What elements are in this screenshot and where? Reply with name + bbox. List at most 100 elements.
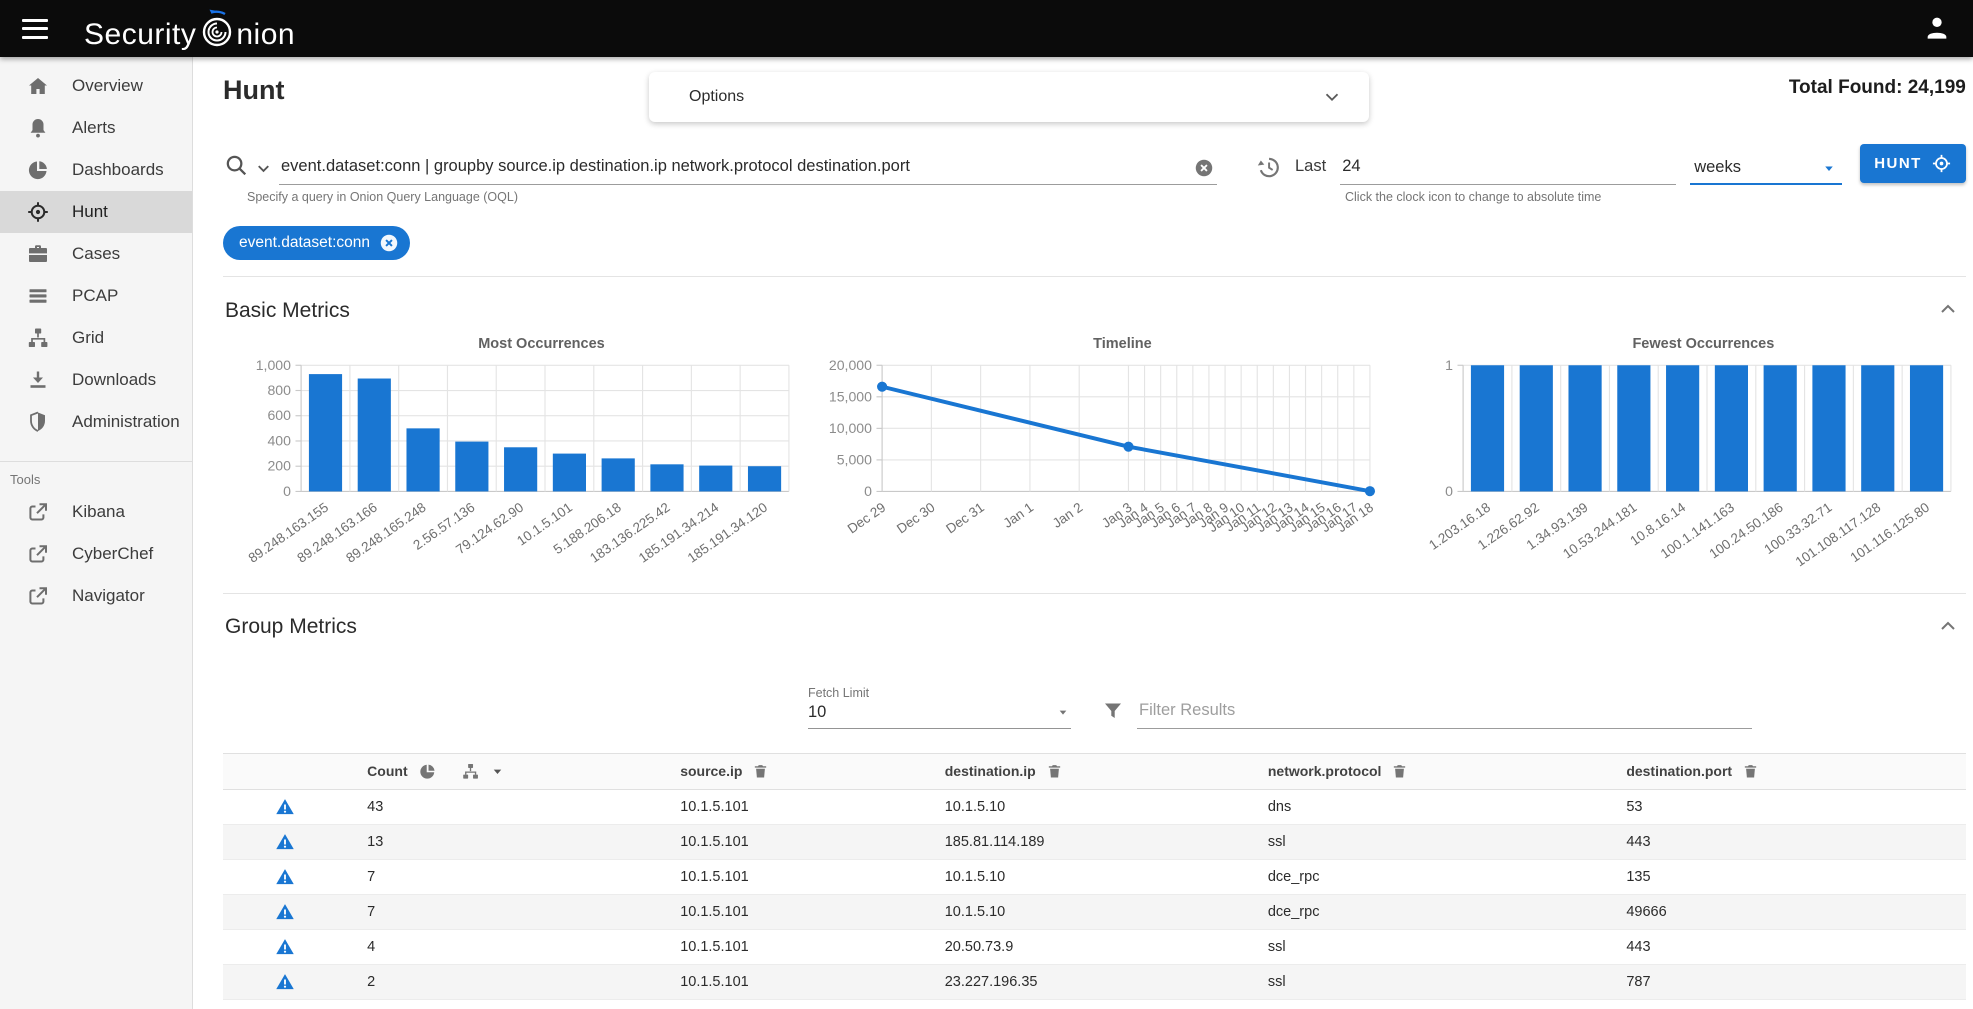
cell-destination-ip[interactable]: 23.227.196.35 (922, 964, 1245, 999)
sidebar-item-alerts[interactable]: Alerts (0, 107, 192, 149)
cell-destination-ip[interactable]: 10.1.5.10 (922, 789, 1245, 824)
cell-source-ip[interactable]: 10.1.5.101 (657, 999, 922, 1009)
sidebar-item-grid[interactable]: Grid (0, 317, 192, 359)
cell-count[interactable]: 2 (344, 999, 657, 1009)
cell-destination-port[interactable]: 49666 (1603, 894, 1966, 929)
chart-type-caret-icon[interactable] (490, 764, 505, 779)
table-row[interactable]: 13 10.1.5.101 185.81.114.189 ssl 443 (223, 824, 1966, 859)
svg-text:5,000: 5,000 (837, 451, 872, 467)
chart-type-sitemap-icon[interactable] (461, 762, 480, 781)
fetch-limit-select[interactable]: Fetch Limit 10 (808, 686, 1071, 729)
cell-destination-port[interactable]: 443 (1603, 929, 1966, 964)
trash-icon[interactable] (1046, 763, 1063, 780)
cell-network-protocol[interactable]: ssl (1245, 964, 1603, 999)
sidebar-item-label: Alerts (72, 118, 115, 138)
svg-text:Jan 2: Jan 2 (1050, 500, 1086, 531)
column-network-protocol[interactable]: network.protocol (1245, 753, 1603, 789)
sidebar-item-cases[interactable]: Cases (0, 233, 192, 275)
sidebar-item-overview[interactable]: Overview (0, 65, 192, 107)
cell-count[interactable]: 4 (344, 929, 657, 964)
sidebar-item-label: Administration (72, 412, 180, 432)
sidebar-item-dashboards[interactable]: Dashboards (0, 149, 192, 191)
sidebar-item-administration[interactable]: Administration (0, 401, 192, 443)
warning-triangle-icon[interactable] (275, 902, 295, 922)
collapse-basic-metrics-button[interactable] (1932, 293, 1964, 328)
warning-triangle-icon[interactable] (275, 832, 295, 852)
sidebar-item-pcap[interactable]: PCAP (0, 275, 192, 317)
hamburger-menu-icon[interactable] (22, 19, 48, 39)
cell-count[interactable]: 7 (344, 894, 657, 929)
collapse-group-metrics-button[interactable] (1932, 610, 1964, 645)
brand-suffix: nion (236, 20, 295, 50)
warning-triangle-icon[interactable] (275, 867, 295, 887)
column-source-ip[interactable]: source.ip (657, 753, 922, 789)
cell-source-ip[interactable]: 10.1.5.101 (657, 789, 922, 824)
cell-source-ip[interactable]: 10.1.5.101 (657, 824, 922, 859)
cell-count[interactable]: 7 (344, 859, 657, 894)
cell-source-ip[interactable]: 10.1.5.101 (657, 859, 922, 894)
warning-triangle-icon[interactable] (275, 937, 295, 957)
duration-input-wrap (1340, 157, 1676, 185)
table-row[interactable]: 4 10.1.5.101 20.50.73.9 ssl 443 (223, 929, 1966, 964)
sidebar-item-downloads[interactable]: Downloads (0, 359, 192, 401)
cell-destination-port[interactable]: 135 (1603, 859, 1966, 894)
table-row[interactable]: 43 10.1.5.101 10.1.5.10 dns 53 (223, 789, 1966, 824)
relative-time-history-icon[interactable] (1255, 154, 1281, 180)
cell-destination-ip[interactable]: 10.1.5.10 (922, 894, 1245, 929)
cell-count[interactable]: 43 (344, 789, 657, 824)
cell-destination-port[interactable]: 787 (1603, 964, 1966, 999)
timeline-chart: Timeline 05,00010,00015,00020,000Dec 29D… (804, 336, 1385, 593)
duration-unit-select[interactable]: weeks (1690, 158, 1842, 185)
query-history-caret-icon[interactable] (254, 159, 273, 178)
table-row[interactable]: 7 10.1.5.101 10.1.5.10 dce_rpc 135 (223, 859, 1966, 894)
hunt-button[interactable]: HUNT (1860, 144, 1966, 183)
cell-network-protocol[interactable]: krb,dce_rpc,gssapi,smb (1245, 999, 1603, 1009)
cell-destination-ip[interactable]: 10.1.5.10 (922, 999, 1245, 1009)
cell-source-ip[interactable]: 10.1.5.101 (657, 894, 922, 929)
user-account-icon[interactable] (1923, 13, 1951, 44)
chip-close-icon[interactable] (378, 232, 400, 254)
cell-source-ip[interactable]: 10.1.5.101 (657, 929, 922, 964)
column-label: network.protocol (1268, 763, 1382, 779)
trash-icon[interactable] (752, 763, 769, 780)
table-row[interactable]: 2 10.1.5.101 10.1.5.10 krb,dce_rpc,gssap… (223, 999, 1966, 1009)
cell-network-protocol[interactable]: dns (1245, 789, 1603, 824)
sidebar-item-kibana[interactable]: Kibana (0, 491, 192, 533)
cell-network-protocol[interactable]: dce_rpc (1245, 894, 1603, 929)
filter-chip[interactable]: event.dataset:conn (223, 226, 410, 260)
pie-chart-toggle-icon[interactable] (418, 762, 437, 781)
svg-text:Dec 30: Dec 30 (894, 500, 938, 537)
trash-icon[interactable] (1391, 763, 1408, 780)
filter-results-input[interactable] (1137, 701, 1752, 729)
fewest-occurrences-chart: Fewest Occurrences 011.203.16.181.226.62… (1385, 336, 1966, 593)
column-destination-port[interactable]: destination.port (1603, 753, 1966, 789)
cell-network-protocol[interactable]: dce_rpc (1245, 859, 1603, 894)
clear-query-icon[interactable] (1193, 157, 1215, 179)
cell-destination-port[interactable]: 53 (1603, 789, 1966, 824)
cell-destination-port[interactable]: 445 (1603, 999, 1966, 1009)
chart-title: Most Occurrences (229, 336, 798, 352)
cell-count[interactable]: 13 (344, 824, 657, 859)
cell-destination-port[interactable]: 443 (1603, 824, 1966, 859)
query-input[interactable] (279, 157, 1217, 185)
sidebar-item-cyberchef[interactable]: CyberChef (0, 533, 192, 575)
cell-network-protocol[interactable]: ssl (1245, 824, 1603, 859)
table-row[interactable]: 2 10.1.5.101 23.227.196.35 ssl 787 (223, 964, 1966, 999)
search-icon[interactable] (223, 152, 250, 179)
sidebar-item-hunt[interactable]: Hunt (0, 191, 192, 233)
sidebar-item-navigator[interactable]: Navigator (0, 575, 192, 617)
cell-destination-ip[interactable]: 10.1.5.10 (922, 859, 1245, 894)
warning-triangle-icon[interactable] (275, 797, 295, 817)
column-count[interactable]: Count (344, 753, 657, 789)
cell-source-ip[interactable]: 10.1.5.101 (657, 964, 922, 999)
duration-input[interactable] (1340, 157, 1676, 185)
cell-count[interactable]: 2 (344, 964, 657, 999)
options-panel-toggle[interactable]: Options (649, 72, 1369, 122)
warning-triangle-icon[interactable] (275, 972, 295, 992)
table-row[interactable]: 7 10.1.5.101 10.1.5.10 dce_rpc 49666 (223, 894, 1966, 929)
cell-network-protocol[interactable]: ssl (1245, 929, 1603, 964)
cell-destination-ip[interactable]: 20.50.73.9 (922, 929, 1245, 964)
column-destination-ip[interactable]: destination.ip (922, 753, 1245, 789)
cell-destination-ip[interactable]: 185.81.114.189 (922, 824, 1245, 859)
trash-icon[interactable] (1742, 763, 1759, 780)
